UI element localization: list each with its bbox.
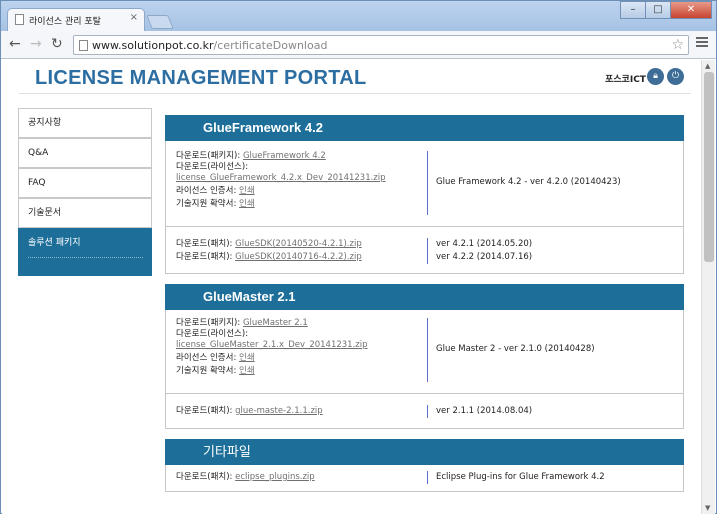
back-icon[interactable]: ←	[9, 37, 21, 51]
patch-download-link[interactable]: GlueSDK(20140520-4.2.1).zip	[235, 239, 362, 249]
sidebar: 공지사항 Q&A FAQ 기술문서 솔루션 패키지	[18, 108, 152, 276]
new-tab-button[interactable]	[146, 15, 174, 29]
column-divider	[427, 405, 428, 418]
url-path: /certificateDownload	[213, 39, 328, 52]
patch-label: 다운로드(패치):	[176, 406, 233, 416]
brand-name: 포스코ICT	[605, 75, 646, 85]
certificate-print-link[interactable]: 인쇄	[239, 353, 255, 363]
patch-row: 다운로드(패치): GlueSDK(20140520-4.2.1).zip 다운…	[166, 227, 683, 273]
package-label: 다운로드(패키지):	[176, 151, 241, 161]
sidebar-item-label: 솔루션 패키지	[28, 238, 81, 248]
package-download-link[interactable]: GlueFramework 4.2	[243, 151, 326, 161]
column-divider	[427, 151, 428, 215]
forward-icon[interactable]: →	[30, 37, 42, 51]
sidebar-item-label: Q&A	[28, 148, 49, 158]
license-label: 다운로드(라이선스):	[176, 329, 249, 339]
sidebar-item-label: 공지사항	[28, 118, 62, 128]
main-content: GlueFramework 4.2 다운로드(패키지): GlueFramewo…	[165, 115, 684, 502]
page-icon	[79, 40, 88, 51]
title-bar: 라이선스 관리 포탈 × – □ ✕	[1, 1, 716, 31]
patch-row: 다운로드(패치): eclipse_plugins.zip Eclipse Pl…	[166, 465, 683, 491]
license-label: 다운로드(라이선스):	[176, 162, 249, 172]
sidebar-item-faq[interactable]: FAQ	[18, 168, 152, 198]
patch-label: 다운로드(패치):	[176, 239, 233, 249]
vertical-scrollbar[interactable]: ▲ ▼	[701, 60, 715, 514]
version-text: Glue Framework 4.2 - ver 4.2.0 (20140423…	[436, 177, 621, 187]
browser-window: 라이선스 관리 포탈 × – □ ✕ ← → ↻ www.solutionpot…	[0, 0, 717, 514]
license-download-link[interactable]: license_GlueMaster_2.1.x_Dev_20141231.zi…	[176, 340, 368, 350]
license-download-link[interactable]: license_GlueFramework_4.2.x_Dev_20141231…	[176, 173, 386, 183]
sidebar-item-solution-package[interactable]: 솔루션 패키지	[18, 228, 152, 276]
patch-label: 다운로드(패치):	[176, 472, 233, 482]
certificate-label: 라이선스 인증서:	[176, 353, 237, 363]
page-icon	[15, 14, 24, 25]
package-row: 다운로드(패키지): GlueFramework 4.2 다운로드(라이선스):…	[166, 141, 683, 227]
tab-title: 라이선스 관리 포탈	[29, 17, 101, 27]
certificate-label: 라이선스 인증서:	[176, 186, 237, 196]
support-print-link[interactable]: 인쇄	[239, 199, 255, 209]
close-window-button[interactable]: ✕	[670, 1, 712, 19]
power-icon[interactable]: ⏻	[667, 68, 684, 85]
maximize-button[interactable]: □	[645, 1, 671, 19]
menu-icon[interactable]	[696, 37, 708, 49]
sidebar-item-label: 기술문서	[28, 208, 62, 218]
product-section: GlueMaster 2.1 다운로드(패키지): GlueMaster 2.1…	[165, 284, 684, 429]
section-title: 기타파일	[165, 439, 684, 465]
close-icon[interactable]: ×	[130, 12, 138, 23]
support-print-link[interactable]: 인쇄	[239, 366, 255, 376]
url-text[interactable]: www.solutionpot.co.kr/certificateDownloa…	[92, 39, 327, 52]
patch-label: 다운로드(패치):	[176, 252, 233, 262]
bookmark-star-icon[interactable]: ☆	[671, 37, 684, 53]
certificate-print-link[interactable]: 인쇄	[239, 186, 255, 196]
section-title: GlueMaster 2.1	[165, 284, 684, 310]
version-text: ver 4.2.1 (2014.05.20)	[436, 239, 533, 249]
minimize-button[interactable]: –	[620, 1, 646, 19]
etc-files-section: 기타파일 다운로드(패치): eclipse_plugins.zip Eclip…	[165, 439, 684, 492]
column-divider	[427, 238, 428, 264]
scroll-thumb[interactable]	[704, 72, 714, 262]
patch-download-link[interactable]: glue-maste-2.1.1.zip	[235, 406, 323, 416]
version-text: Glue Master 2 - ver 2.1.0 (20140428)	[436, 344, 595, 354]
scroll-up-icon[interactable]: ▲	[705, 62, 710, 70]
page-content: LICENSE MANAGEMENT PORTAL 포스코ICT 🔒︎ ⏻ 공지…	[2, 60, 701, 514]
support-label: 기술지원 확약서:	[176, 366, 237, 376]
sidebar-item-label: FAQ	[28, 178, 46, 188]
package-label: 다운로드(패키지):	[176, 318, 241, 328]
lock-icon[interactable]: 🔒︎	[647, 68, 664, 85]
sidebar-item-qna[interactable]: Q&A	[18, 138, 152, 168]
address-bar[interactable]: www.solutionpot.co.kr/certificateDownloa…	[73, 35, 689, 55]
version-text: ver 4.2.2 (2014.07.16)	[436, 252, 533, 262]
column-divider	[427, 471, 428, 484]
url-host: www.solutionpot.co.kr	[92, 39, 214, 52]
product-section: GlueFramework 4.2 다운로드(패키지): GlueFramewo…	[165, 115, 684, 274]
version-text: ver 2.1.1 (2014.08.04)	[436, 406, 533, 416]
browser-toolbar: ← → ↻ www.solutionpot.co.kr/certificateD…	[1, 31, 716, 59]
patch-row: 다운로드(패치): glue-maste-2.1.1.zip ver 2.1.1…	[166, 394, 683, 428]
header-divider	[19, 93, 691, 94]
reload-icon[interactable]: ↻	[51, 37, 63, 51]
patch-download-link[interactable]: eclipse_plugins.zip	[235, 472, 315, 482]
browser-tab[interactable]: 라이선스 관리 포탈 ×	[7, 8, 145, 31]
support-label: 기술지원 확약서:	[176, 199, 237, 209]
column-divider	[427, 318, 428, 382]
page-title: LICENSE MANAGEMENT PORTAL	[35, 67, 367, 89]
scroll-down-icon[interactable]: ▼	[705, 504, 710, 512]
package-row: 다운로드(패키지): GlueMaster 2.1 다운로드(라이선스): li…	[166, 310, 683, 394]
sidebar-item-tech-docs[interactable]: 기술문서	[18, 198, 152, 228]
section-title: GlueFramework 4.2	[165, 115, 684, 141]
sidebar-item-notice[interactable]: 공지사항	[18, 108, 152, 138]
patch-download-link[interactable]: GlueSDK(20140716-4.2.2).zip	[235, 252, 362, 262]
version-text: Eclipse Plug-ins for Glue Framework 4.2	[436, 472, 605, 482]
package-download-link[interactable]: GlueMaster 2.1	[243, 318, 308, 328]
